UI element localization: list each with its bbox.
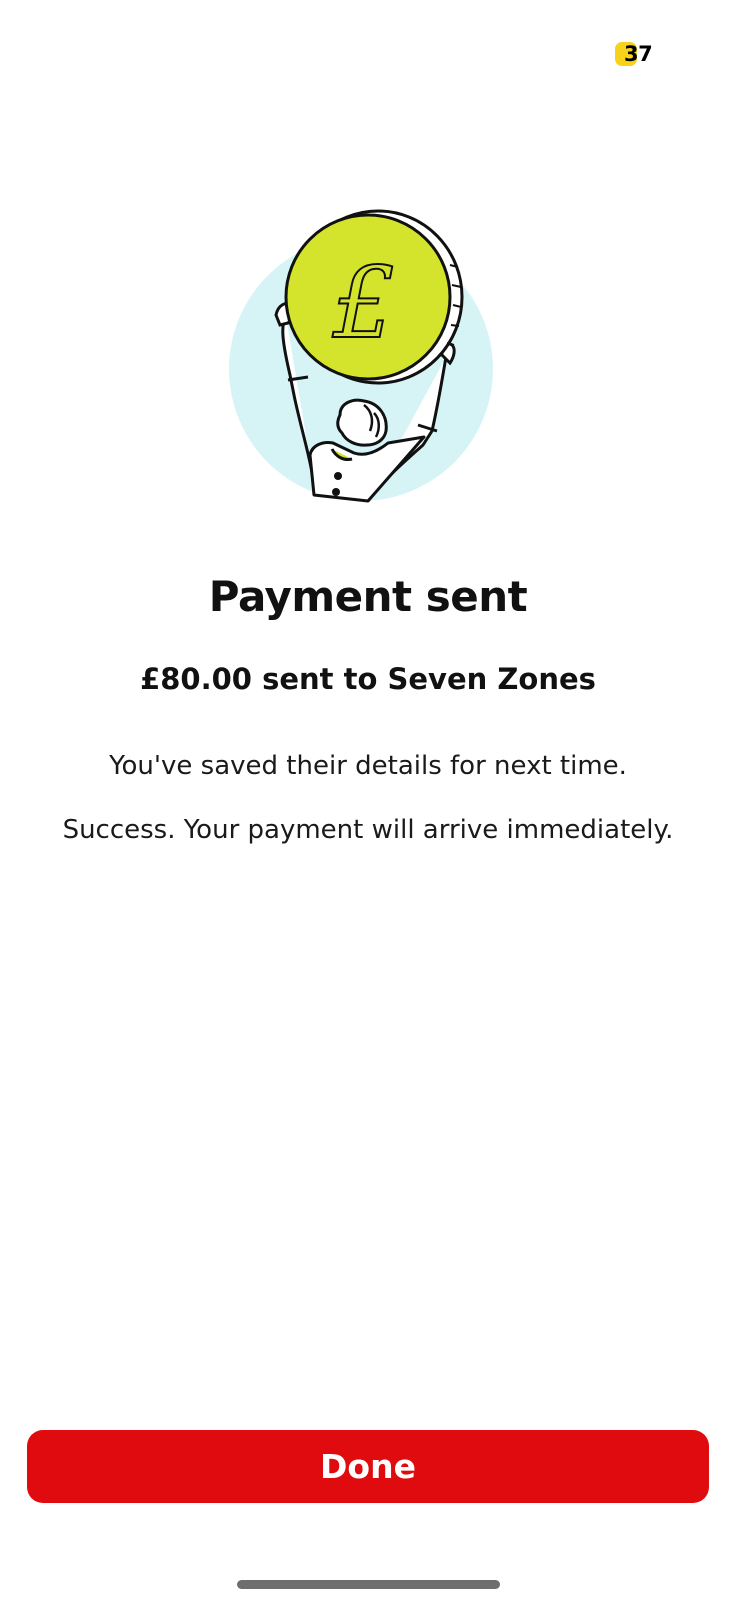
arrival-message: Success. Your payment will arrive immedi… bbox=[62, 815, 674, 845]
badge-count: 37 bbox=[624, 42, 653, 66]
page-title: Payment sent bbox=[208, 572, 528, 621]
status-badge: 37 bbox=[615, 40, 653, 68]
done-button[interactable]: Done bbox=[27, 1430, 709, 1503]
home-indicator[interactable] bbox=[237, 1580, 500, 1589]
saved-details-message: You've saved their details for next time… bbox=[109, 751, 627, 781]
payment-illustration: £ bbox=[229, 209, 493, 503]
pound-symbol: £ bbox=[332, 247, 395, 361]
payment-summary: £80.00 sent to Seven Zones bbox=[140, 662, 596, 696]
